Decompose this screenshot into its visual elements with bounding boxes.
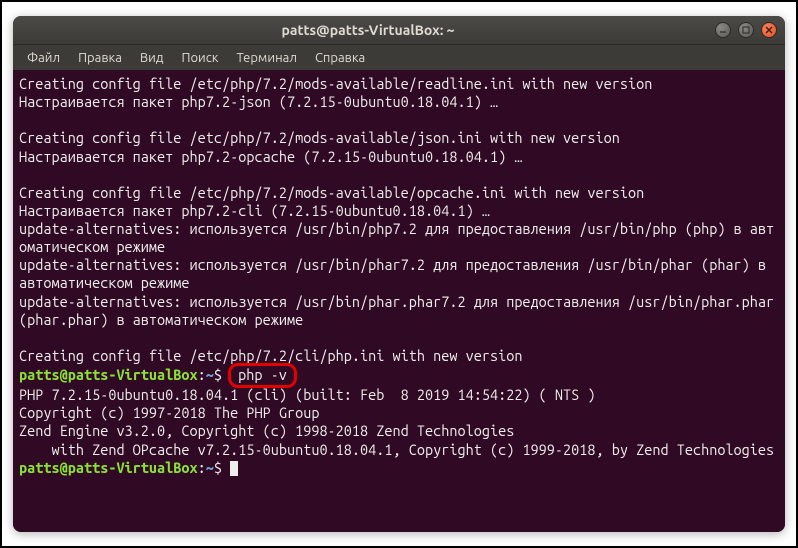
command-text: php -v [238,366,287,383]
window-title: patts@patts-VirtualBox: ~ [21,22,715,38]
menu-file[interactable]: Файл [19,48,68,68]
output-line: PHP 7.2.15-0ubuntu0.18.04.1 (cli) (built… [19,386,596,403]
highlighted-command: php -v [228,363,297,388]
output-line: Настраивается пакет php7.2-cli (7.2.15-0… [19,202,490,219]
terminal-window: patts@patts-VirtualBox: ~ Файл Правка Ви… [13,16,785,532]
output-line: update-alternatives: используется /usr/b… [19,220,774,255]
menu-terminal[interactable]: Терминал [228,48,304,68]
cursor [230,461,238,476]
output-line: update-alternatives: используется /usr/b… [19,293,782,328]
output-line: Creating config file /etc/php/7.2/mods-a… [19,75,652,92]
prompt-user: patts@patts-VirtualBox [19,459,198,476]
window-controls [715,22,777,38]
output-line: Настраивается пакет php7.2-opcache (7.2.… [19,148,522,165]
output-line: Creating config file /etc/php/7.2/mods-a… [19,129,620,146]
output-line: Zend Engine v3.2.0, Copyright (c) 1998-2… [19,422,514,439]
menubar: Файл Правка Вид Поиск Терминал Справка [13,44,785,70]
output-line: Copyright (c) 1997-2018 The PHP Group [19,404,319,421]
menu-edit[interactable]: Правка [70,48,130,68]
prompt-colon: : [198,459,206,476]
prompt-path: ~ [206,366,214,383]
prompt-path: ~ [206,459,214,476]
menu-help[interactable]: Справка [307,48,373,68]
menu-view[interactable]: Вид [132,48,172,68]
minimize-button[interactable] [715,22,731,38]
close-button[interactable] [761,22,777,38]
terminal-content[interactable]: Creating config file /etc/php/7.2/mods-a… [13,70,785,532]
maximize-button[interactable] [738,22,754,38]
prompt-user: patts@patts-VirtualBox [19,366,198,383]
titlebar: patts@patts-VirtualBox: ~ [13,16,785,44]
output-line: Creating config file /etc/php/7.2/cli/ph… [19,347,522,364]
prompt-dollar: $ [214,459,230,476]
menu-search[interactable]: Поиск [173,48,226,68]
output-line: update-alternatives: используется /usr/b… [19,256,774,291]
output-line: Настраивается пакет php7.2-json (7.2.15-… [19,93,498,110]
output-line: Creating config file /etc/php/7.2/mods-a… [19,184,644,201]
output-line: with Zend OPcache v7.2.15-0ubuntu0.18.04… [19,441,774,458]
prompt-colon: : [198,366,206,383]
